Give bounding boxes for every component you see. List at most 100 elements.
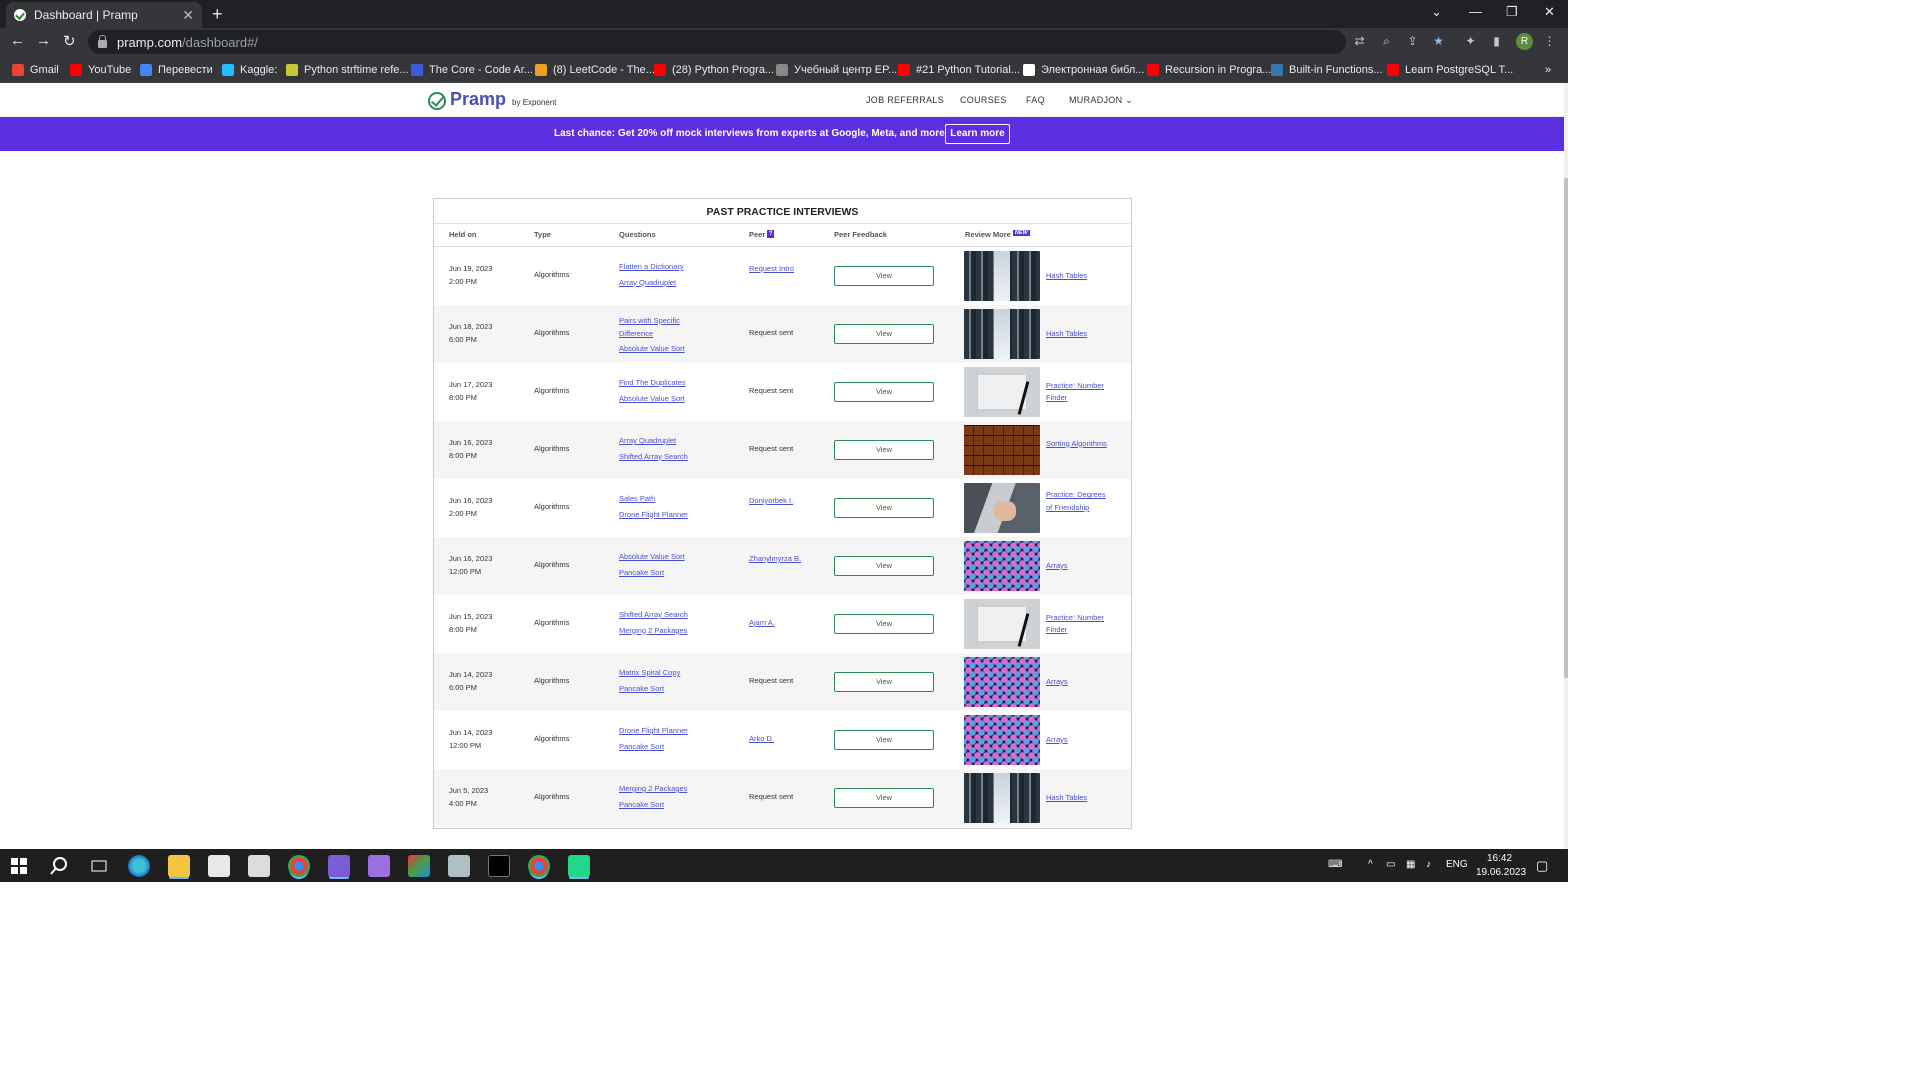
view-feedback-button[interactable]: View <box>834 498 934 518</box>
bookmark-item[interactable]: Учебный центр EP... <box>776 63 897 77</box>
side-panel-icon[interactable]: ▮ <box>1490 35 1503 48</box>
review-link[interactable]: Practice: Number Finder <box>1046 381 1104 403</box>
nav-job-referrals[interactable]: JOB REFERRALS <box>866 95 944 105</box>
view-feedback-button[interactable]: View <box>834 672 934 692</box>
tab-search-icon[interactable]: ⌄ <box>1431 4 1442 20</box>
review-link[interactable]: Arrays <box>1046 561 1068 570</box>
question-link[interactable]: Shifted Array Search <box>619 610 688 619</box>
question-link[interactable]: Array Quadruplet <box>619 278 676 287</box>
bookmark-item[interactable]: Built-in Functions... <box>1271 63 1383 77</box>
review-thumbnail[interactable] <box>964 599 1040 649</box>
browser-tab[interactable]: Dashboard | Pramp ✕ <box>6 2 202 28</box>
peer-link[interactable]: Request Intro <box>749 264 794 273</box>
clock-date[interactable]: 19.06.2023 <box>1476 867 1526 878</box>
close-tab-icon[interactable]: ✕ <box>182 7 194 24</box>
view-feedback-button[interactable]: View <box>834 730 934 750</box>
question-link[interactable]: Flatten a Dictionary <box>619 262 684 271</box>
translate-icon[interactable]: ⇄ <box>1353 35 1366 48</box>
question-link[interactable]: Shifted Array Search <box>619 452 688 461</box>
peer-link[interactable]: Zhanylmyrza B. <box>749 554 801 563</box>
profile-avatar[interactable]: R <box>1516 33 1533 50</box>
input-language[interactable]: ENG <box>1446 859 1468 870</box>
question-link[interactable]: Merging 2 Packages <box>619 626 687 635</box>
app-icon[interactable] <box>408 855 430 877</box>
keyboard-icon[interactable]: ⌨ <box>1328 859 1342 870</box>
review-thumbnail[interactable] <box>964 251 1040 301</box>
help-icon[interactable]: ? <box>767 230 775 238</box>
mail-icon[interactable] <box>248 855 270 877</box>
bookmark-item[interactable]: Gmail <box>12 63 59 77</box>
app-icon[interactable] <box>448 855 470 877</box>
review-thumbnail[interactable] <box>964 715 1040 765</box>
scrollbar-thumb[interactable] <box>1564 178 1568 678</box>
bookmark-item[interactable]: #21 Python Tutorial... <box>898 63 1020 77</box>
store-icon[interactable] <box>208 855 230 877</box>
peer-link[interactable]: Ajam A. <box>749 618 775 627</box>
more-bookmarks-icon[interactable]: » <box>1545 63 1551 77</box>
visual-studio-icon[interactable] <box>368 855 390 877</box>
chrome-icon[interactable] <box>528 855 550 877</box>
review-thumbnail[interactable] <box>964 483 1040 533</box>
minimize-icon[interactable]: — <box>1469 4 1482 19</box>
windows-start-icon[interactable] <box>8 855 30 877</box>
bookmark-item[interactable]: Перевести <box>140 63 213 77</box>
reload-icon[interactable]: ↻ <box>63 32 76 50</box>
bookmark-item[interactable]: Recursion in Progra... <box>1147 63 1271 77</box>
peer-link[interactable]: Doniyorbek I. <box>749 496 793 505</box>
learn-more-button[interactable]: Learn more <box>945 124 1010 144</box>
review-link[interactable]: Sorting Algorithms <box>1046 439 1107 448</box>
review-thumbnail[interactable] <box>964 657 1040 707</box>
question-link[interactable]: Pairs with Specific Difference <box>619 316 680 338</box>
bookmark-item[interactable]: Python strftime refe... <box>286 63 409 77</box>
terminal-icon[interactable] <box>488 855 510 877</box>
question-link[interactable]: Array Quadruplet <box>619 436 676 445</box>
review-thumbnail[interactable] <box>964 541 1040 591</box>
review-link[interactable]: Hash Tables <box>1046 793 1087 802</box>
view-feedback-button[interactable]: View <box>834 788 934 808</box>
bookmark-item[interactable]: (8) LeetCode - The... <box>535 63 655 77</box>
review-thumbnail[interactable] <box>964 425 1040 475</box>
review-link[interactable]: Hash Tables <box>1046 271 1087 280</box>
review-thumbnail[interactable] <box>964 367 1040 417</box>
question-link[interactable]: Drone Flight Planner <box>619 510 688 519</box>
nav-faq[interactable]: FAQ <box>1026 95 1045 105</box>
nav-courses[interactable]: COURSES <box>960 95 1007 105</box>
pycharm-icon[interactable] <box>568 855 590 877</box>
forward-icon[interactable]: → <box>36 32 51 49</box>
volume-icon[interactable]: ♪ <box>1426 859 1431 870</box>
nav-user-menu[interactable]: MURADJON ⌄ <box>1069 95 1133 106</box>
question-link[interactable]: Absolute Value Sort <box>619 394 685 403</box>
bookmark-item[interactable]: Learn PostgreSQL T... <box>1387 63 1513 77</box>
peer-link[interactable]: Arko D. <box>749 734 774 743</box>
review-link[interactable]: Arrays <box>1046 677 1068 686</box>
menu-icon[interactable]: ⋮ <box>1543 35 1556 48</box>
view-feedback-button[interactable]: View <box>834 382 934 402</box>
chevron-up-icon[interactable]: ^ <box>1368 859 1373 870</box>
zoom-icon[interactable]: ⌕ <box>1380 35 1393 48</box>
view-feedback-button[interactable]: View <box>834 440 934 460</box>
page-scrollbar[interactable] <box>1564 83 1568 849</box>
question-link[interactable]: Merging 2 Packages <box>619 784 687 793</box>
bookmark-item[interactable]: Kaggle: <box>222 63 277 77</box>
view-feedback-button[interactable]: View <box>834 324 934 344</box>
review-thumbnail[interactable] <box>964 773 1040 823</box>
review-link[interactable]: Arrays <box>1046 735 1068 744</box>
review-link[interactable]: Hash Tables <box>1046 329 1087 338</box>
extensions-icon[interactable]: ✦ <box>1464 35 1477 48</box>
clock-time[interactable]: 16:42 <box>1487 853 1512 864</box>
battery-icon[interactable]: ▭ <box>1386 859 1395 870</box>
question-link[interactable]: Find The Duplicates <box>619 378 686 387</box>
question-link[interactable]: Sales Path <box>619 494 655 503</box>
restore-icon[interactable]: ❐ <box>1506 4 1518 20</box>
question-link[interactable]: Pancake Sort <box>619 568 664 577</box>
review-link[interactable]: Practice: Number Finder <box>1046 613 1104 635</box>
chrome-icon[interactable] <box>288 855 310 877</box>
pramp-logo[interactable]: Pramp by Exponent <box>428 89 557 110</box>
close-window-icon[interactable]: ✕ <box>1544 4 1555 20</box>
search-icon[interactable] <box>48 855 70 877</box>
review-thumbnail[interactable] <box>964 309 1040 359</box>
review-link[interactable]: Practice: Degrees of Friendship <box>1046 490 1106 512</box>
file-explorer-icon[interactable] <box>168 855 190 877</box>
question-link[interactable]: Pancake Sort <box>619 742 664 751</box>
question-link[interactable]: Absolute Value Sort <box>619 552 685 561</box>
